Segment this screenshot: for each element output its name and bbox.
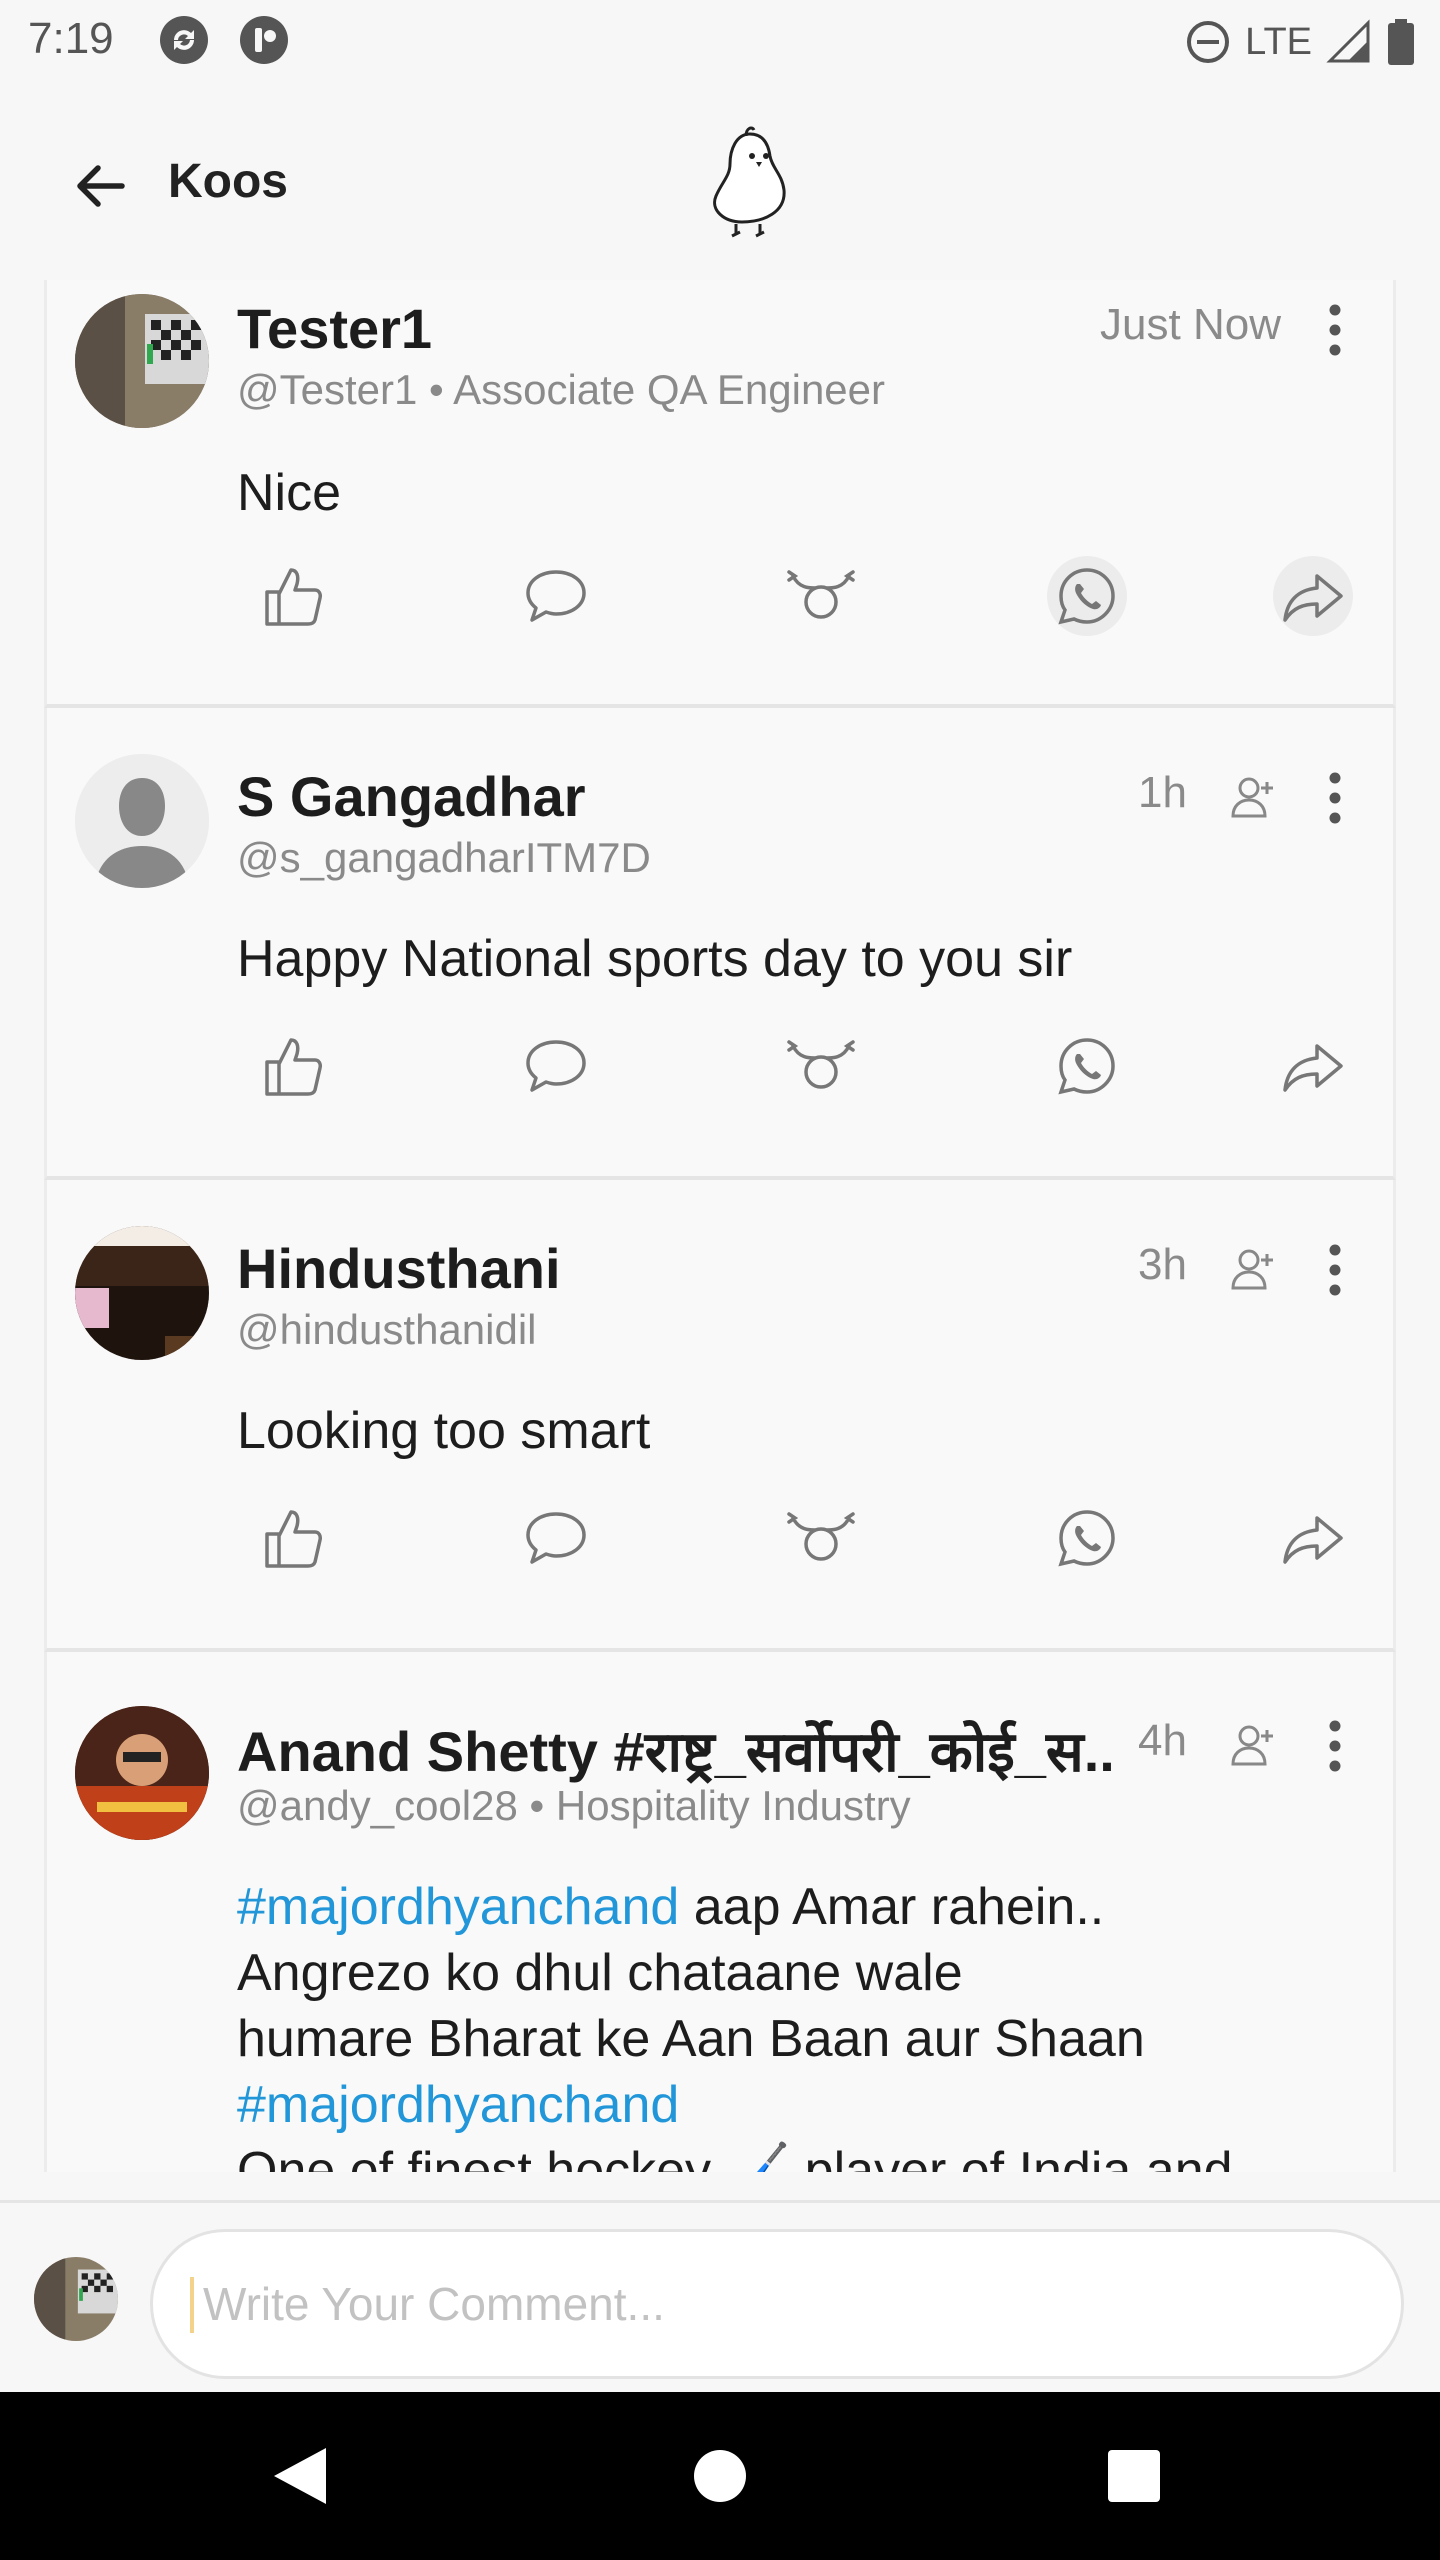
reply-button[interactable] (516, 1498, 596, 1578)
comment-time: 4h (1138, 1716, 1187, 1765)
like-button[interactable] (253, 556, 333, 636)
more-options-icon[interactable] (1313, 770, 1357, 826)
comment-bubble-icon (526, 570, 586, 622)
whatsapp-icon (1058, 1510, 1115, 1567)
comment-time: 1h (1138, 768, 1187, 817)
thumbs-up-icon (265, 568, 322, 626)
like-button[interactable] (253, 1498, 333, 1578)
current-user-avatar (34, 2257, 118, 2341)
comment-author-handle[interactable]: @Tester1 • Associate QA Engineer (237, 366, 885, 414)
comment-actions (47, 1498, 1396, 1578)
whatsapp-share-button[interactable] (1047, 556, 1127, 636)
comment-time: 3h (1138, 1240, 1187, 1289)
comments-feed[interactable]: Tester1 @Tester1 • Associate QA Engineer… (44, 280, 1396, 2172)
avatar[interactable] (75, 1706, 209, 1840)
nav-home-icon (694, 2450, 746, 2502)
whatsapp-icon (1058, 568, 1115, 625)
rekoo-icon (787, 1512, 855, 1561)
comment-author-name[interactable]: S Gangadhar (237, 764, 586, 829)
sync-icon (160, 16, 208, 64)
comment-author-handle[interactable]: @hindusthanidil (237, 1306, 537, 1354)
comment-text: Happy National sports day to you sir (237, 930, 1073, 988)
comment-card: Anand Shetty #राष्ट्र_सर्वोपरी_कोई_स... … (44, 1652, 1396, 2172)
comment-card: Hindusthani @hindusthanidil 3h Looking t… (44, 1180, 1396, 1652)
comment-author-name[interactable]: Anand Shetty #राष्ट्र_सर्वोपरी_कोई_स... (237, 1712, 1117, 1788)
comment-time: Just Now (1100, 300, 1281, 349)
comment-card: S Gangadhar @s_gangadharITM7D 1h Happy N… (44, 708, 1396, 1180)
arrow-left-icon (77, 165, 125, 207)
comment-actions (47, 556, 1396, 636)
comment-actions (47, 1026, 1396, 1106)
share-button[interactable] (1273, 1026, 1353, 1106)
comment-text: #majordhyanchand aap Amar rahein.. Angre… (237, 1874, 1357, 2172)
rekoo-button[interactable] (781, 1026, 861, 1106)
status-bar: 7:19 LTE (0, 0, 1440, 84)
more-options-icon[interactable] (1313, 302, 1357, 358)
status-right-group: LTE (1185, 14, 1416, 70)
share-button[interactable] (1273, 556, 1353, 636)
comment-composer (0, 2200, 1440, 2390)
hashtag-link[interactable]: #majordhyanchand (237, 1878, 679, 1936)
app-badge-icon (240, 16, 288, 64)
more-options-icon[interactable] (1313, 1718, 1357, 1774)
comment-input[interactable] (150, 2229, 1404, 2379)
add-user-icon[interactable] (1229, 1244, 1277, 1292)
signal-icon (1326, 19, 1370, 63)
comment-author-name[interactable]: Hindusthani (237, 1236, 561, 1301)
more-options-icon[interactable] (1313, 1242, 1357, 1298)
app-header: Koos (0, 84, 1440, 280)
koo-bird-logo (713, 126, 786, 238)
avatar[interactable] (75, 754, 209, 888)
comment-author-handle[interactable]: @andy_cool28 • Hospitality Industry (237, 1782, 911, 1830)
do-not-disturb-icon (1187, 21, 1230, 63)
comment-text: Nice (237, 464, 342, 522)
comment-text-line-5: One of finest hockey 🏑 player of India a… (237, 2142, 1233, 2172)
thumbs-up-icon (265, 1038, 322, 1096)
whatsapp-icon (1058, 1038, 1115, 1095)
rekoo-button[interactable] (781, 556, 861, 636)
comment-text-line-1: #majordhyanchand aap Amar rahein.. (237, 1878, 1105, 1936)
nav-back-button[interactable] (260, 2436, 340, 2516)
rekoo-icon (787, 570, 855, 619)
comment-text: Looking too smart (237, 1402, 651, 1460)
battery-icon (1388, 19, 1414, 65)
whatsapp-share-button[interactable] (1047, 1498, 1127, 1578)
back-button[interactable] (60, 146, 140, 226)
reply-button[interactable] (516, 556, 596, 636)
thumbs-up-icon (265, 1510, 322, 1568)
rekoo-icon (787, 1040, 855, 1089)
system-nav-bar (0, 2392, 1440, 2560)
hashtag-link[interactable]: #majordhyanchand (237, 2072, 1357, 2138)
share-arrow-icon (1283, 1516, 1343, 1564)
add-user-icon[interactable] (1229, 1720, 1277, 1768)
nav-recents-button[interactable] (1094, 2436, 1174, 2516)
comment-bubble-icon (526, 1512, 586, 1564)
default-avatar-icon (75, 754, 209, 888)
rekoo-button[interactable] (781, 1498, 861, 1578)
like-button[interactable] (253, 1026, 333, 1106)
nav-recents-icon (1108, 2450, 1160, 2502)
comment-card: Tester1 @Tester1 • Associate QA Engineer… (44, 280, 1396, 708)
page-title: Koos (168, 155, 288, 208)
share-arrow-icon (1283, 1044, 1343, 1092)
comment-text-line-3: humare Bharat ke Aan Baan aur Shaan (237, 2010, 1145, 2068)
add-user-icon[interactable] (1229, 772, 1277, 820)
avatar[interactable] (75, 294, 209, 428)
comment-text-line-2: Angrezo ko dhul chataane wale (237, 1944, 963, 2002)
whatsapp-share-button[interactable] (1047, 1026, 1127, 1106)
share-arrow-icon (1283, 574, 1343, 622)
network-type: LTE (1245, 20, 1312, 63)
avatar[interactable] (75, 1226, 209, 1360)
nav-back-icon (274, 2448, 326, 2504)
comment-author-handle[interactable]: @s_gangadharITM7D (237, 834, 651, 882)
text-cursor (190, 2277, 194, 2333)
nav-home-button[interactable] (680, 2436, 760, 2516)
reply-button[interactable] (516, 1026, 596, 1106)
comment-author-name[interactable]: Tester1 (237, 296, 432, 361)
share-button[interactable] (1273, 1498, 1353, 1578)
status-time: 7:19 (28, 14, 114, 63)
comment-bubble-icon (526, 1040, 586, 1092)
